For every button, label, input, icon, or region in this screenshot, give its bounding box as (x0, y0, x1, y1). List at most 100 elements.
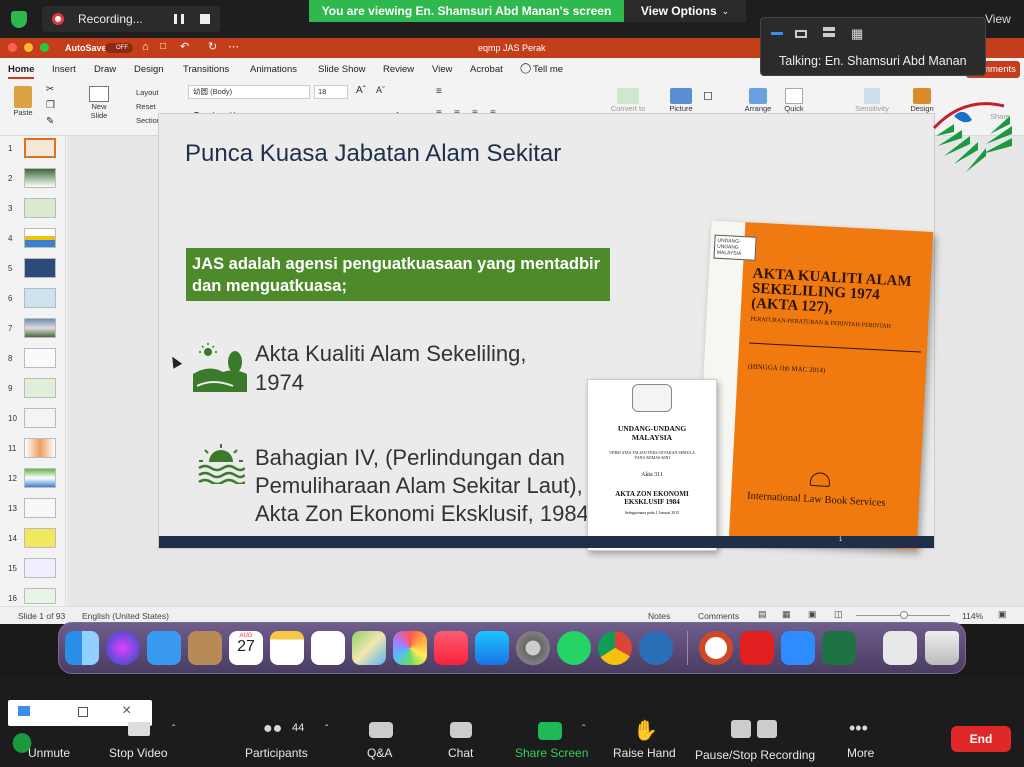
whatsapp-icon[interactable] (557, 631, 591, 665)
share-screen-icon[interactable] (538, 722, 562, 740)
tab-home[interactable]: Home (8, 64, 35, 79)
tab-insert[interactable]: Insert (52, 64, 76, 75)
music-icon[interactable] (434, 631, 468, 665)
maximize-window-icon[interactable] (40, 43, 49, 52)
raise-hand-icon[interactable]: ✋ (633, 718, 658, 743)
gallery-strip-icon[interactable] (795, 30, 807, 38)
system-preferences-icon[interactable] (516, 631, 550, 665)
slide-thumbnail[interactable]: 4 (4, 226, 64, 252)
app-store-icon[interactable] (475, 631, 509, 665)
participants-chevron[interactable]: ˆ (325, 724, 328, 735)
participants-button[interactable]: Participants (245, 746, 308, 760)
more-button[interactable]: More (847, 746, 874, 760)
chat-icon[interactable] (450, 722, 472, 738)
zoom-icon[interactable] (781, 631, 815, 665)
more-icon[interactable]: ••• (849, 718, 868, 739)
close-mini-icon[interactable]: × (122, 702, 131, 720)
layout-button[interactable]: Layout (136, 88, 159, 97)
reminders-icon[interactable] (311, 631, 345, 665)
pause-recording-icon[interactable] (174, 14, 184, 24)
slide-sorter-icon[interactable]: ▦ (782, 609, 791, 620)
slide-thumbnail[interactable]: 14 (4, 526, 64, 552)
powerpoint-icon[interactable] (699, 631, 733, 665)
reading-view-icon[interactable]: ▣ (808, 609, 817, 620)
tab-slide-show[interactable]: Slide Show (318, 64, 366, 75)
tab-design[interactable]: Design (134, 64, 164, 75)
share-options-chevron[interactable]: ˆ (582, 724, 585, 735)
grid-view-icon[interactable]: ▦ (851, 26, 863, 42)
shapes-icon[interactable]: ◻ (703, 88, 713, 102)
tab-review[interactable]: Review (383, 64, 414, 75)
view-label[interactable]: View (985, 12, 1011, 26)
trash-icon[interactable] (925, 631, 959, 665)
slide-thumbnail[interactable]: 2 (4, 166, 64, 192)
pause-stop-recording-button[interactable]: Pause/Stop Recording (695, 748, 815, 762)
pause-recording-big-icon[interactable] (731, 720, 751, 738)
slide-thumbnail[interactable]: 8 (4, 346, 64, 372)
slide-thumbnail[interactable]: 13 (4, 496, 64, 522)
video-camera-icon[interactable] (128, 722, 150, 736)
slide-thumbnail[interactable]: 5 (4, 256, 64, 282)
stop-recording-icon[interactable] (200, 14, 210, 24)
undo-icon[interactable]: ↶ (180, 40, 189, 53)
tab-transitions[interactable]: Transitions (183, 64, 229, 75)
share-screen-button[interactable]: Share Screen (515, 746, 588, 760)
zoom-slider-thumb[interactable] (900, 611, 908, 619)
siri-icon[interactable] (106, 631, 140, 665)
normal-view-icon[interactable]: ▤ (758, 609, 767, 620)
finder-icon[interactable] (65, 631, 99, 665)
tab-view[interactable]: View (432, 64, 452, 75)
save-icon[interactable]: □ (160, 41, 166, 52)
increase-font-icon[interactable]: Aˆ (356, 85, 366, 96)
notes-button[interactable]: Notes (648, 611, 670, 621)
font-size-select[interactable]: 18 (314, 85, 348, 99)
comments-status-button[interactable]: Comments (698, 611, 739, 621)
stop-recording-big-icon[interactable] (757, 720, 777, 738)
calendar-icon[interactable]: AUG 27 (229, 631, 263, 665)
slide-thumbnail[interactable]: 9 (4, 376, 64, 402)
stop-video-button[interactable]: Stop Video (109, 746, 168, 760)
unmute-button[interactable]: Unmute (28, 746, 70, 760)
qa-button[interactable]: Q&A (367, 746, 392, 760)
zoom-level[interactable]: 114% (962, 611, 983, 621)
slide-thumbnail[interactable]: 12 (4, 466, 64, 492)
new-slide-button[interactable]: New Slide (84, 86, 114, 120)
cut-icon[interactable]: ✂ (46, 84, 54, 95)
font-select[interactable]: 幼圆 (Body) (188, 85, 310, 99)
contacts-icon[interactable] (188, 631, 222, 665)
chat-button[interactable]: Chat (448, 746, 473, 760)
acrobat-icon[interactable] (740, 631, 774, 665)
redo-icon[interactable]: ↻ (208, 40, 217, 53)
calculator-icon[interactable] (639, 631, 673, 665)
raise-hand-button[interactable]: Raise Hand (613, 746, 676, 760)
preview-icon[interactable] (883, 631, 917, 665)
end-meeting-button[interactable]: End (951, 726, 1011, 752)
minimize-window-icon[interactable] (24, 43, 33, 52)
slide-thumbnail[interactable]: 15 (4, 556, 64, 582)
notes-icon[interactable] (270, 631, 304, 665)
slide-thumbnail[interactable]: 3 (4, 196, 64, 222)
copy-icon[interactable]: ❐ (46, 100, 55, 111)
maps-icon[interactable] (352, 631, 386, 665)
view-options-button[interactable]: View Options ⌄ (624, 0, 746, 22)
slide-thumbnail[interactable]: 7 (4, 316, 64, 342)
minimize-mini-icon[interactable] (18, 706, 30, 716)
qa-icon[interactable] (369, 722, 393, 738)
tell-me-field[interactable]: Tell me (533, 64, 563, 75)
tab-animations[interactable]: Animations (250, 64, 297, 75)
chrome-icon[interactable] (598, 631, 632, 665)
tab-acrobat[interactable]: Acrobat (470, 64, 503, 75)
home-icon[interactable]: ⌂ (142, 41, 149, 53)
audio-options-chevron[interactable]: ˆ (73, 724, 76, 735)
paste-button[interactable]: Paste (10, 86, 36, 117)
participants-icon[interactable]: ●● (263, 720, 282, 738)
slide-thumbnail[interactable]: 6 (4, 286, 64, 312)
sensitivity-button[interactable]: Sensitivity (850, 88, 894, 113)
speaker-view-icon[interactable] (771, 32, 783, 35)
slide-thumbnail[interactable]: 1 (4, 136, 64, 162)
slideshow-icon[interactable]: ◫ (834, 609, 843, 620)
slide-thumbnail[interactable]: 11 (4, 436, 64, 462)
more-icon[interactable]: ⋯ (228, 40, 239, 53)
tab-draw[interactable]: Draw (94, 64, 116, 75)
restore-mini-icon[interactable] (78, 707, 88, 717)
